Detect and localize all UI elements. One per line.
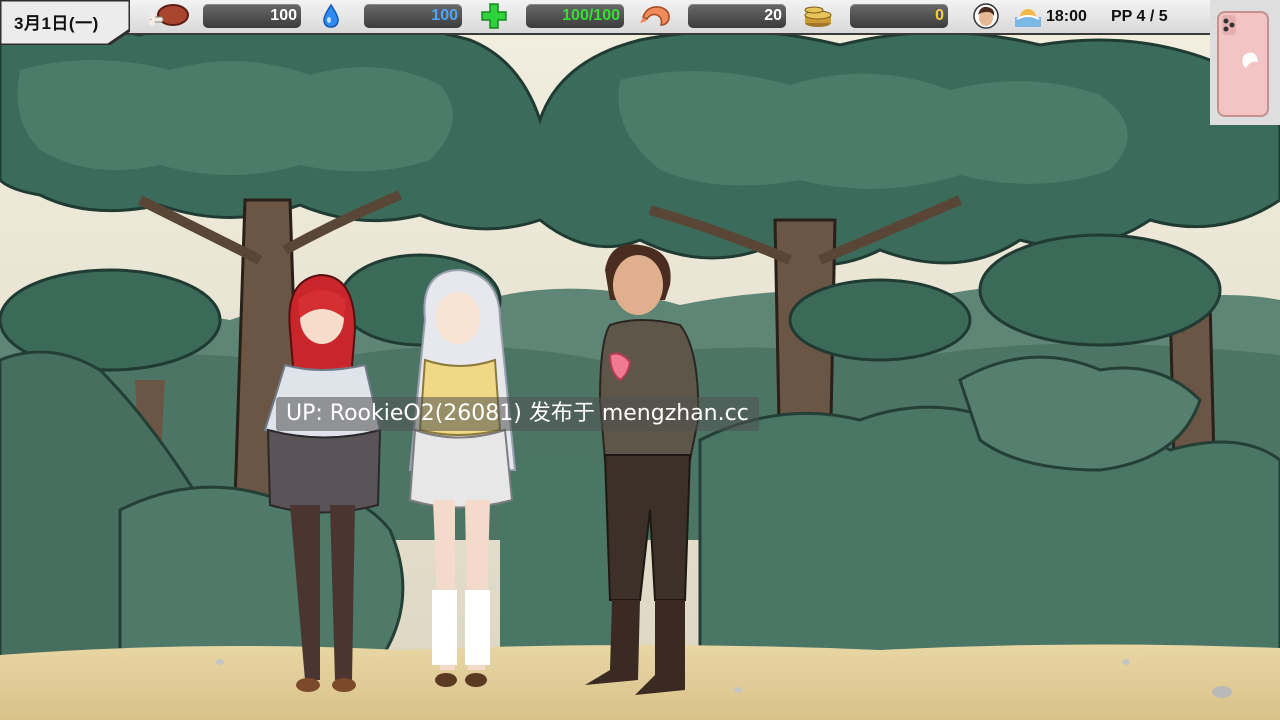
food-value: 100	[270, 7, 297, 24]
date-label: 3月1日(一)	[14, 14, 99, 33]
water-value: 100	[431, 7, 458, 24]
character-avatar-icon	[973, 3, 999, 29]
water-stat: 100	[364, 4, 462, 28]
pp-counter: PP 4 / 5	[1111, 8, 1168, 25]
sunset-icon	[1013, 0, 1043, 32]
food-stat: 100	[203, 4, 301, 28]
avatar[interactable]	[972, 0, 1000, 32]
characters	[263, 244, 700, 695]
roast-meat-icon	[146, 0, 192, 32]
water-drop-icon	[318, 0, 344, 32]
coin-stack-icon	[800, 0, 836, 32]
phone-button[interactable]	[1210, 0, 1280, 125]
shrimp-stat: 20	[688, 4, 786, 28]
coins-stat: 0	[850, 4, 948, 28]
shrimp-icon	[638, 0, 674, 32]
character-red-hair-girl[interactable]	[263, 273, 382, 692]
shrimp-value: 20	[764, 7, 782, 24]
watermark-text: UP: RookieO2(26081) 发布于 mengzhan.cc	[276, 397, 759, 431]
forest-scene	[0, 0, 1280, 720]
health-value: 100/100	[562, 7, 620, 24]
time-label: 18:00	[1046, 8, 1087, 25]
character-silver-hair-girl[interactable]	[408, 268, 517, 687]
health-stat: 100/100	[526, 4, 624, 28]
green-cross-icon	[478, 0, 510, 32]
coins-value: 0	[935, 7, 944, 24]
status-bar: 3月1日(一) 100 100 100/100 20 0 18:00 PP 4 …	[0, 0, 1280, 125]
character-brown-hair-boy[interactable]	[585, 244, 700, 695]
